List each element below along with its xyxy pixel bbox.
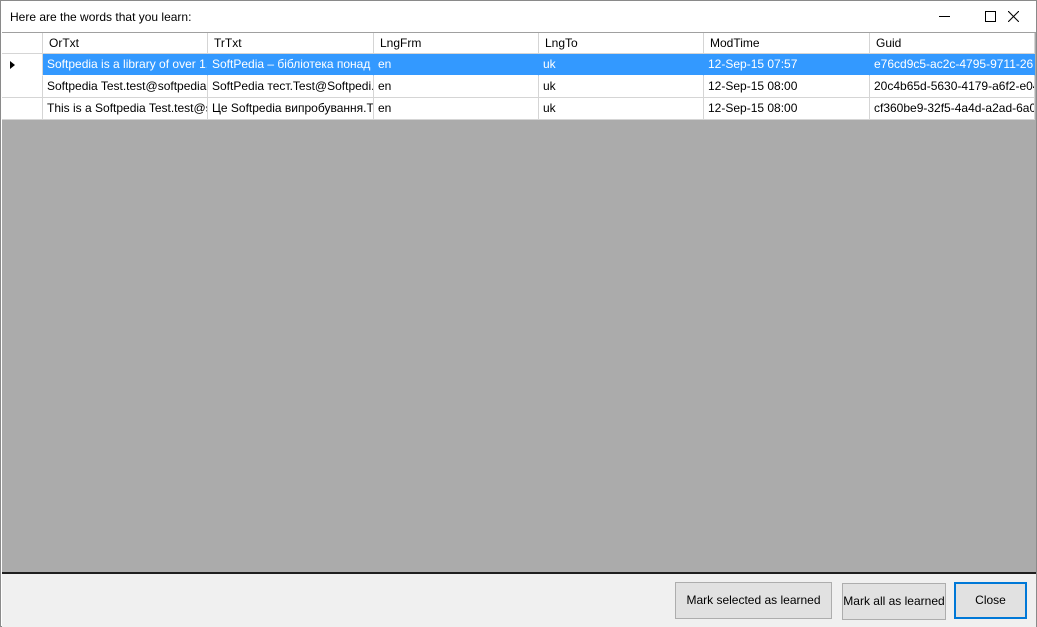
row-header[interactable] <box>2 98 43 120</box>
window-title: Here are the words that you learn: <box>10 10 192 24</box>
cell-trtxt[interactable]: SoftPedia тест.Test@Softpedi... <box>208 76 374 98</box>
column-header-guid[interactable]: Guid <box>870 33 1035 54</box>
minimize-icon <box>938 16 950 17</box>
cell-guid[interactable]: cf360be9-32f5-4a4d-a2ad-6a0... <box>870 98 1035 120</box>
cell-ortxt[interactable]: Softpedia Test.test@softpedia.... <box>43 76 208 98</box>
close-button[interactable]: Close <box>954 582 1027 619</box>
words-grid[interactable]: OrTxt TrTxt LngFrm LngTo ModTime Guid So… <box>2 32 1036 574</box>
cell-guid[interactable]: e76cd9c5-ac2c-4795-9711-26... <box>870 54 1035 76</box>
title-bar[interactable]: Here are the words that you learn: <box>1 1 1036 32</box>
close-icon <box>1007 11 1019 22</box>
cell-lngfrm[interactable]: en <box>374 54 539 76</box>
table-row[interactable]: This is a Softpedia Test.test@s... Це So… <box>2 98 1035 120</box>
column-header-trtxt[interactable]: TrTxt <box>208 33 374 54</box>
cell-ortxt[interactable]: Softpedia is a library of over 1,3... <box>43 54 208 76</box>
column-header-ortxt[interactable]: OrTxt <box>43 33 208 54</box>
table-row[interactable]: Softpedia Test.test@softpedia.... SoftPe… <box>2 76 1035 98</box>
mark-all-button[interactable]: Mark all as learned <box>842 583 946 620</box>
cell-trtxt[interactable]: SoftPedia – бібліотека понад ... <box>208 54 374 76</box>
cell-modtime[interactable]: 12-Sep-15 07:57 <box>704 54 870 76</box>
table-row[interactable]: Softpedia is a library of over 1,3... So… <box>2 54 1035 76</box>
row-header[interactable] <box>2 76 43 98</box>
cell-lngto[interactable]: uk <box>539 98 704 120</box>
grid-header: OrTxt TrTxt LngFrm LngTo ModTime Guid <box>2 33 1035 55</box>
column-header-lngto[interactable]: LngTo <box>539 33 704 54</box>
cell-lngfrm[interactable]: en <box>374 76 539 98</box>
minimize-button[interactable] <box>921 1 967 32</box>
cell-guid[interactable]: 20c4b65d-5630-4179-a6f2-e04... <box>870 76 1035 98</box>
column-header-lngfrm[interactable]: LngFrm <box>374 33 539 54</box>
cell-modtime[interactable]: 12-Sep-15 08:00 <box>704 76 870 98</box>
cell-lngfrm[interactable]: en <box>374 98 539 120</box>
button-bar: Mark selected as learned Mark all as lea… <box>2 574 1036 627</box>
corner-header[interactable] <box>2 33 43 54</box>
row-pointer-icon <box>10 61 15 69</box>
app-window: Here are the words that you learn: OrTxt… <box>0 0 1037 627</box>
close-window-button[interactable] <box>990 1 1036 32</box>
cell-trtxt[interactable]: Це Softpedia випробування.Т... <box>208 98 374 120</box>
mark-selected-button[interactable]: Mark selected as learned <box>675 582 832 619</box>
cell-lngto[interactable]: uk <box>539 76 704 98</box>
column-header-modtime[interactable]: ModTime <box>704 33 870 54</box>
row-header[interactable] <box>2 54 43 76</box>
cell-ortxt[interactable]: This is a Softpedia Test.test@s... <box>43 98 208 120</box>
cell-modtime[interactable]: 12-Sep-15 08:00 <box>704 98 870 120</box>
cell-lngto[interactable]: uk <box>539 54 704 76</box>
